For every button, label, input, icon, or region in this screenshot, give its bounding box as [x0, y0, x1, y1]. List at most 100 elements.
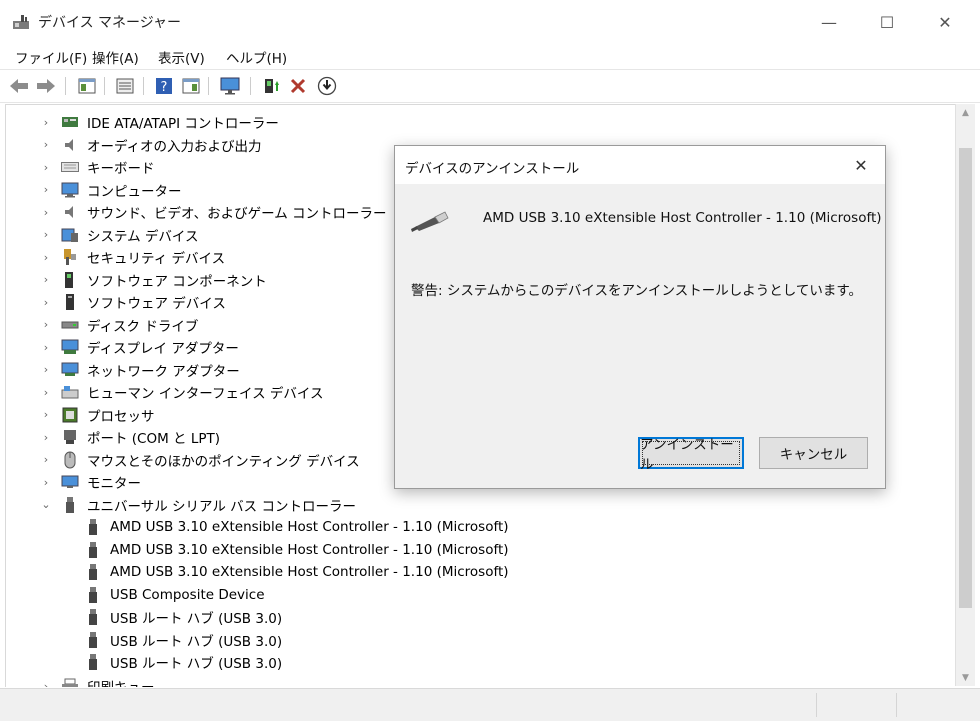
forward-icon[interactable]: [36, 76, 56, 96]
dialog-close-icon[interactable]: ✕: [849, 154, 873, 176]
processor-icon: [61, 406, 79, 424]
scroll-down-icon[interactable]: ▼: [956, 669, 975, 686]
tree-category[interactable]: › ヒューマン インターフェイス デバイス: [41, 381, 324, 403]
tree-category-label: ソフトウェア コンポーネント: [87, 273, 267, 290]
usb-device-icon: [84, 608, 102, 626]
chevron-right-icon[interactable]: ›: [41, 431, 51, 444]
uninstall-icon[interactable]: [288, 76, 308, 96]
tree-device[interactable]: AMD USB 3.10 eXtensible Host Controller …: [84, 561, 509, 583]
tree-category[interactable]: › オーディオの入力および出力: [41, 134, 262, 156]
details-icon[interactable]: [181, 76, 201, 96]
tree-category[interactable]: › ポート (COM と LPT): [41, 426, 220, 448]
tree-category-label: ソフトウェア デバイス: [87, 296, 226, 312]
focus-rect: [642, 441, 740, 465]
tree-device-label: USB Composite Device: [110, 586, 265, 603]
tree-device[interactable]: AMD USB 3.10 eXtensible Host Controller …: [84, 516, 509, 538]
properties-icon[interactable]: [77, 76, 97, 96]
chevron-down-icon[interactable]: ⌄: [41, 498, 51, 511]
tree-category[interactable]: › システム デバイス: [41, 224, 198, 246]
window-title: デバイス マネージャー: [38, 15, 182, 31]
tree-category[interactable]: › プロセッサ: [41, 404, 155, 426]
minimize-button[interactable]: —: [806, 10, 852, 34]
chevron-right-icon[interactable]: ›: [41, 296, 51, 309]
scroll-up-icon[interactable]: ▲: [956, 104, 975, 121]
uninstall-button[interactable]: アンインストール: [638, 437, 744, 473]
scroll-thumb[interactable]: [959, 148, 972, 608]
menu-action[interactable]: 操作(A): [92, 47, 139, 67]
tree-category-label: サウンド、ビデオ、およびゲーム コントローラー: [87, 206, 387, 222]
tree-category[interactable]: › ディスプレイ アダプター: [41, 336, 239, 358]
chevron-right-icon[interactable]: ›: [41, 476, 51, 489]
tree-category[interactable]: › 印刷キュー: [41, 675, 155, 687]
tree-device-label: USB ルート ハブ (USB 3.0): [110, 656, 283, 672]
tree-category-label: マウスとそのほかのポインティング デバイス: [87, 453, 360, 470]
download-icon[interactable]: [317, 76, 337, 96]
chevron-right-icon[interactable]: ›: [41, 680, 51, 688]
cancel-button-label: キャンセル: [779, 447, 848, 463]
tree-device[interactable]: USB Composite Device: [84, 584, 265, 606]
usb-device-icon: [84, 541, 102, 559]
tree-category[interactable]: › マウスとそのほかのポインティング デバイス: [41, 449, 360, 471]
chevron-right-icon[interactable]: ›: [41, 206, 51, 219]
chevron-right-icon[interactable]: ›: [41, 138, 51, 151]
cancel-button[interactable]: キャンセル: [759, 437, 868, 469]
tree-device[interactable]: USB ルート ハブ (USB 3.0): [84, 629, 282, 651]
chevron-right-icon[interactable]: ›: [41, 408, 51, 421]
tree-device[interactable]: USB ルート ハブ (USB 3.0): [84, 606, 282, 628]
menu-help[interactable]: ヘルプ(H): [226, 47, 287, 67]
disk-drive-icon: [61, 316, 79, 334]
printer-icon: [61, 677, 79, 687]
display-adapter-icon: [61, 338, 79, 356]
add-driver-icon[interactable]: [261, 76, 281, 96]
chevron-right-icon[interactable]: ›: [41, 228, 51, 241]
tree-category[interactable]: › セキュリティ デバイス: [41, 246, 225, 268]
close-button[interactable]: ✕: [922, 10, 968, 34]
usb-device-icon: [84, 563, 102, 581]
tree-category[interactable]: › サウンド、ビデオ、およびゲーム コントローラー: [41, 201, 387, 223]
toolbar-separator: [104, 77, 105, 95]
menu-file[interactable]: ファイル(F): [15, 47, 87, 67]
tree-category[interactable]: › ソフトウェア コンポーネント: [41, 269, 267, 291]
tree-category[interactable]: › IDE ATA/ATAPI コントローラー: [41, 111, 279, 133]
chevron-right-icon[interactable]: ›: [41, 273, 51, 286]
chevron-right-icon[interactable]: ›: [41, 161, 51, 174]
maximize-button[interactable]: ☐: [864, 10, 910, 34]
speaker-icon: [61, 203, 79, 221]
tree-category-label: システム デバイス: [87, 228, 199, 245]
tree-category[interactable]: › コンピューター: [41, 179, 182, 201]
monitor-icon: [61, 473, 79, 491]
dialog-title-bar: デバイスのアンインストール ✕: [395, 146, 885, 184]
vertical-scrollbar[interactable]: ▲ ▼: [955, 104, 975, 686]
tree-category-label: ユニバーサル シリアル バス コントローラー: [87, 498, 356, 515]
tree-category[interactable]: › ソフトウェア デバイス: [41, 291, 226, 313]
device-manager-app-icon: [12, 13, 30, 31]
chevron-right-icon[interactable]: ›: [41, 183, 51, 196]
chevron-right-icon[interactable]: ›: [41, 318, 51, 331]
tree-device[interactable]: USB ルート ハブ (USB 3.0): [84, 651, 282, 673]
tree-category[interactable]: › モニター: [41, 471, 141, 493]
tree-category[interactable]: › ネットワーク アダプター: [41, 359, 240, 381]
dialog-title: デバイスのアンインストール: [405, 161, 580, 177]
chevron-right-icon[interactable]: ›: [41, 453, 51, 466]
tree-category[interactable]: › キーボード: [41, 156, 155, 178]
tree-category[interactable]: › ディスク ドライブ: [41, 314, 199, 336]
chevron-right-icon[interactable]: ›: [41, 251, 51, 264]
tree-category-label: オーディオの入力および出力: [87, 138, 262, 155]
view-icon[interactable]: [115, 76, 135, 96]
usb-device-icon: [84, 653, 102, 671]
tree-device[interactable]: AMD USB 3.10 eXtensible Host Controller …: [84, 539, 509, 561]
menu-view[interactable]: 表示(V): [158, 47, 205, 67]
menu-bar: ファイル(F) 操作(A) 表示(V) ヘルプ(H): [0, 44, 980, 68]
tree-category-expanded[interactable]: ⌄ ユニバーサル シリアル バス コントローラー: [41, 494, 356, 516]
chevron-right-icon[interactable]: ›: [41, 341, 51, 354]
monitor-icon[interactable]: [220, 76, 240, 96]
help-icon[interactable]: ?: [154, 76, 174, 96]
chevron-right-icon[interactable]: ›: [41, 116, 51, 129]
chevron-right-icon[interactable]: ›: [41, 386, 51, 399]
usb-icon: [61, 496, 79, 514]
tree-device-label: AMD USB 3.10 eXtensible Host Controller …: [110, 564, 509, 580]
back-icon[interactable]: [9, 76, 29, 96]
ide-controller-icon: [61, 113, 79, 131]
chevron-right-icon[interactable]: ›: [41, 363, 51, 376]
tree-device-label: AMD USB 3.10 eXtensible Host Controller …: [110, 541, 509, 558]
